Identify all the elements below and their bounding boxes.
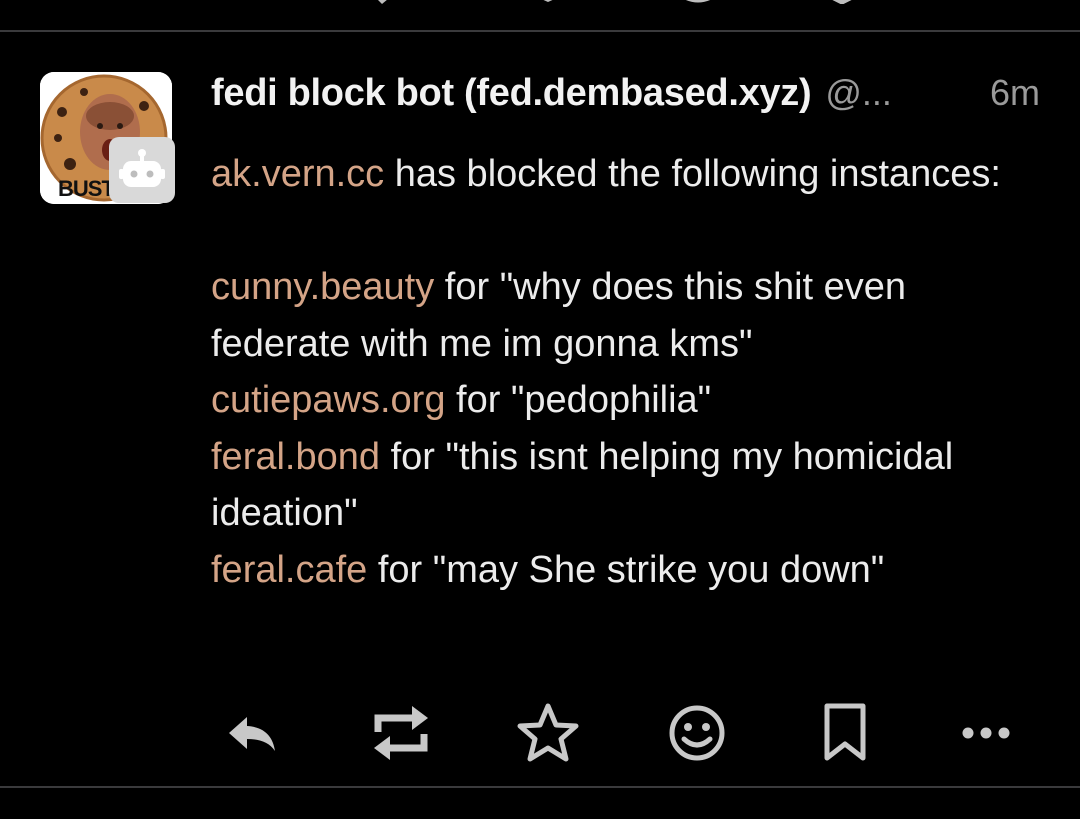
bookmark-button[interactable] bbox=[810, 698, 880, 768]
block-reason: for "may She strike you down" bbox=[367, 548, 885, 591]
favourite-icon bbox=[517, 703, 579, 762]
reply-icon[interactable] bbox=[372, 0, 394, 6]
post-action-bar bbox=[0, 698, 1080, 768]
blocked-instance-link[interactable]: feral.cafe bbox=[211, 549, 367, 591]
bot-badge bbox=[109, 137, 175, 203]
blocked-instance-link[interactable]: feral.bond bbox=[211, 436, 380, 478]
post-header: fedi block bot (fed.dembased.xyz) @... 6… bbox=[211, 64, 1051, 122]
boost-button[interactable] bbox=[366, 698, 436, 768]
bookmark-icon[interactable] bbox=[822, 0, 862, 4]
intro-text: has blocked the following instances: bbox=[384, 153, 1001, 195]
reply-button[interactable] bbox=[217, 698, 287, 768]
avatar-caption: BUST bbox=[58, 176, 115, 201]
post-content: ak.vern.cc has blocked the following ins… bbox=[211, 146, 1051, 598]
emoji-react-icon[interactable] bbox=[676, 0, 720, 4]
previous-post-action-bar bbox=[0, 0, 1080, 8]
display-name[interactable]: fedi block bot (fed.dembased.xyz) bbox=[211, 72, 812, 115]
block-reason: for "pedophilia" bbox=[445, 379, 712, 421]
post-timestamp[interactable]: 6m bbox=[990, 72, 1040, 114]
blocked-instance-link[interactable]: cunny.beauty bbox=[211, 266, 434, 308]
bot-icon bbox=[119, 149, 165, 187]
favourite-icon[interactable] bbox=[528, 0, 568, 4]
boost-icon bbox=[374, 706, 428, 760]
blocked-instance-link[interactable]: cutiepaws.org bbox=[211, 379, 445, 421]
top-divider bbox=[0, 30, 1080, 32]
more-button[interactable] bbox=[951, 698, 1021, 768]
emoji-react-button[interactable] bbox=[662, 698, 732, 768]
bookmark-icon bbox=[824, 703, 866, 761]
favourite-button[interactable] bbox=[513, 698, 583, 768]
instance-link[interactable]: ak.vern.cc bbox=[211, 153, 384, 195]
account-handle[interactable]: @... bbox=[825, 72, 892, 114]
intro-paragraph: ak.vern.cc has blocked the following ins… bbox=[211, 146, 1051, 203]
reply-icon bbox=[229, 717, 275, 751]
block-list: cunny.beauty for "why does this shit eve… bbox=[211, 259, 1051, 598]
emoji-react-icon bbox=[669, 705, 725, 761]
more-icon bbox=[962, 727, 1010, 739]
bottom-divider bbox=[0, 786, 1080, 788]
